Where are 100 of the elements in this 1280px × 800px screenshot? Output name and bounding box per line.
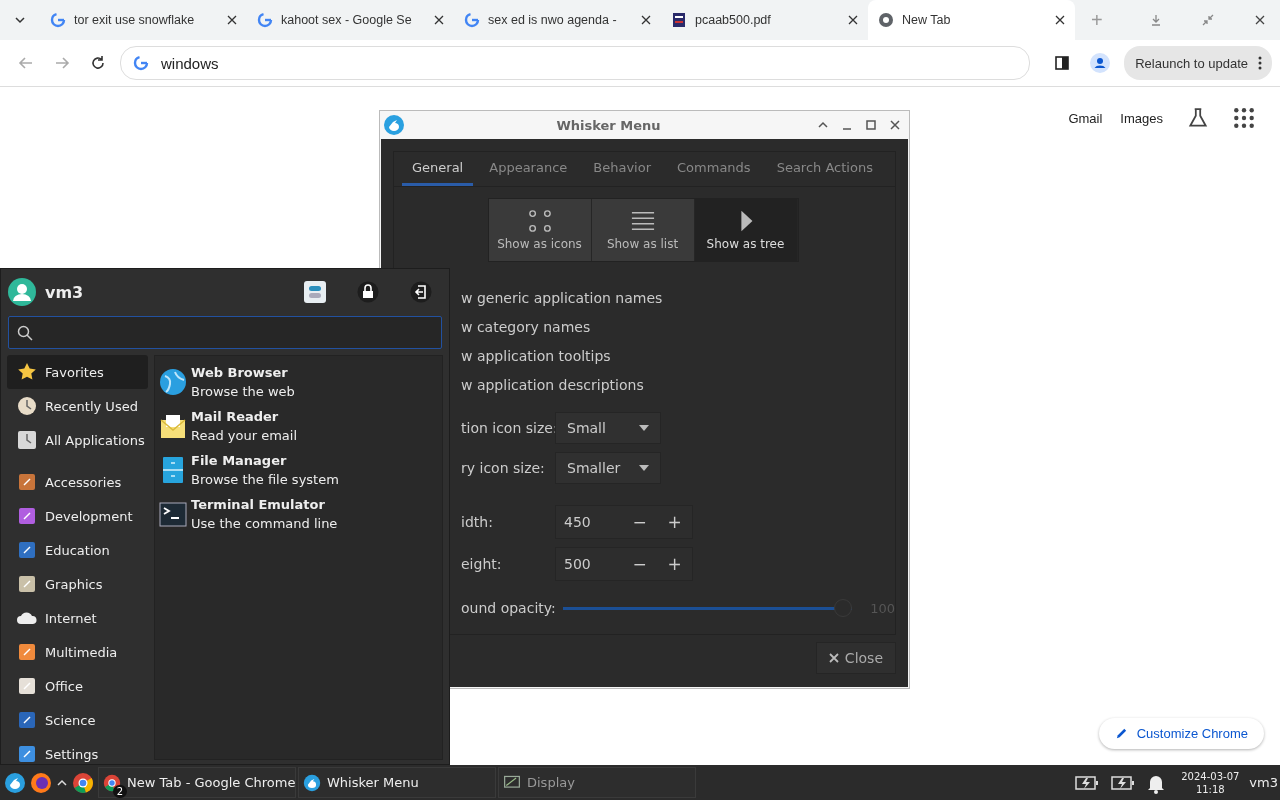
header-link[interactable]: Gmail	[1068, 110, 1103, 126]
settings-tab[interactable]: Appearance	[479, 152, 578, 186]
maximize-icon[interactable]	[865, 119, 877, 131]
clock-icon	[17, 396, 37, 416]
close-icon[interactable]	[848, 15, 858, 25]
field-label: ry icon size:	[461, 460, 546, 476]
close-icon[interactable]	[1055, 15, 1065, 25]
side-panel-icon[interactable]	[1054, 55, 1071, 71]
number-field[interactable]: 450	[556, 514, 622, 530]
application-item[interactable]: Terminal Emulator Use the command line	[155, 492, 442, 536]
relaunch-button[interactable]: Relaunch to update	[1124, 46, 1272, 80]
view-mode-button[interactable]: Show as icons	[488, 199, 592, 261]
app-description: Read your email	[191, 427, 297, 445]
browser-tab[interactable]: kahoot sex - Google Se	[247, 0, 454, 40]
close-icon[interactable]	[227, 15, 237, 25]
list-icon	[630, 209, 655, 233]
close-icon[interactable]	[1254, 14, 1266, 26]
view-mode-button[interactable]: Show as list	[591, 199, 695, 261]
close-icon[interactable]	[434, 15, 444, 25]
profile-icon[interactable]	[1090, 53, 1111, 73]
search-icon	[17, 324, 33, 341]
browser-tab[interactable]: sex ed is nwo agenda -	[454, 0, 661, 40]
browser-tab[interactable]: tor exit use snowflake	[40, 0, 247, 40]
category-item[interactable]: Science	[7, 703, 148, 737]
globe-icon	[159, 368, 187, 396]
close-button[interactable]: Close	[815, 642, 896, 674]
browser-tab[interactable]: pcaab500.pdf	[661, 0, 868, 40]
user-name[interactable]: vm3	[1249, 775, 1278, 790]
reload-icon[interactable]	[90, 55, 106, 71]
battery-icon[interactable]	[1075, 774, 1100, 791]
close-icon	[828, 653, 839, 663]
option-label: w application descriptions	[461, 376, 645, 395]
battery-icon[interactable]	[1111, 774, 1136, 791]
application-item[interactable]: Mail Reader Read your email	[155, 404, 442, 448]
category-item[interactable]: Recently Used	[7, 389, 148, 423]
log-out-icon[interactable]	[410, 281, 432, 303]
category-item[interactable]: Development	[7, 499, 148, 533]
mouse-logo-icon[interactable]	[4, 771, 26, 794]
application-item[interactable]: Web Browser Browse the web	[155, 360, 442, 404]
option-label: w category names	[461, 318, 592, 337]
apps-grid-icon[interactable]	[1233, 107, 1255, 129]
mouse-logo-icon	[384, 115, 404, 135]
user-name: vm3	[45, 282, 84, 302]
category-item[interactable]: Multimedia	[7, 635, 148, 669]
taskbar-window-button[interactable]: 2 New Tab - Google Chrome	[98, 767, 296, 798]
search-field[interactable]	[8, 316, 442, 349]
browser-tab[interactable]: New Tab	[868, 0, 1075, 40]
decrease-button[interactable]: −	[622, 554, 657, 574]
settings-tab[interactable]: Behavior	[583, 152, 662, 186]
option-label: w generic application names	[461, 289, 664, 308]
download-icon[interactable]	[1150, 14, 1162, 26]
user-avatar-icon	[8, 278, 36, 306]
increase-button[interactable]: +	[657, 554, 692, 574]
firefox-icon[interactable]	[30, 771, 52, 794]
settings-tab[interactable]: Commands	[667, 152, 761, 186]
mouse-logo-icon	[303, 773, 321, 792]
view-mode-button[interactable]: Show as tree	[694, 199, 798, 261]
taskbar-window-button[interactable]: Display	[498, 767, 696, 798]
category-item[interactable]: Accessories	[7, 465, 148, 499]
more-icon	[1258, 56, 1262, 70]
grid-icon	[527, 209, 552, 233]
size-dropdown[interactable]: Smaller	[555, 452, 661, 484]
field-label: tion icon size:	[461, 420, 555, 436]
settings-tab[interactable]: General	[402, 152, 474, 186]
lock-icon[interactable]	[357, 281, 379, 303]
size-dropdown[interactable]: Small	[555, 412, 661, 444]
address-bar[interactable]: windows	[120, 46, 1031, 80]
close-icon[interactable]	[641, 15, 651, 25]
application-item[interactable]: File Manager Browse the file system	[155, 448, 442, 492]
header-link[interactable]: Images	[1120, 110, 1163, 126]
category-item[interactable]: Internet	[7, 601, 148, 635]
slider-handle[interactable]	[834, 599, 853, 617]
toggle-settings-icon[interactable]	[304, 281, 326, 303]
app-description: Browse the file system	[191, 471, 339, 489]
app-name: Terminal Emulator	[191, 496, 326, 514]
restore-icon[interactable]	[1202, 14, 1214, 26]
google-icon	[257, 12, 273, 28]
customize-button[interactable]: Customize Chrome	[1098, 718, 1264, 749]
increase-button[interactable]: +	[657, 512, 692, 532]
window-title: Whisker Menu	[555, 117, 662, 133]
app-description: Use the command line	[191, 515, 338, 533]
category-item[interactable]: Graphics	[7, 567, 148, 601]
category-item[interactable]: Office	[7, 669, 148, 703]
category-item[interactable]: All Applications	[7, 423, 148, 457]
field-label: ound opacity:	[461, 600, 555, 616]
category-item[interactable]: Settings	[7, 737, 148, 764]
clock[interactable]: 2024-03-07 11:18	[1181, 769, 1240, 796]
settings-tab[interactable]: Search Actions	[766, 152, 883, 186]
category-item[interactable]: Education	[7, 533, 148, 567]
google-icon	[50, 12, 66, 28]
envelope-icon	[159, 412, 187, 440]
dropdown-arrow-icon	[639, 425, 649, 431]
chrome-icon[interactable]	[72, 771, 94, 794]
taskbar-window-button[interactable]: Whisker Menu	[298, 767, 496, 798]
app-name: Web Browser	[191, 364, 289, 382]
close-icon[interactable]	[889, 119, 901, 131]
number-field[interactable]: 500	[556, 556, 622, 572]
opacity-slider[interactable]	[563, 599, 853, 617]
decrease-button[interactable]: −	[622, 512, 657, 532]
category-item[interactable]: Favorites	[7, 355, 148, 389]
